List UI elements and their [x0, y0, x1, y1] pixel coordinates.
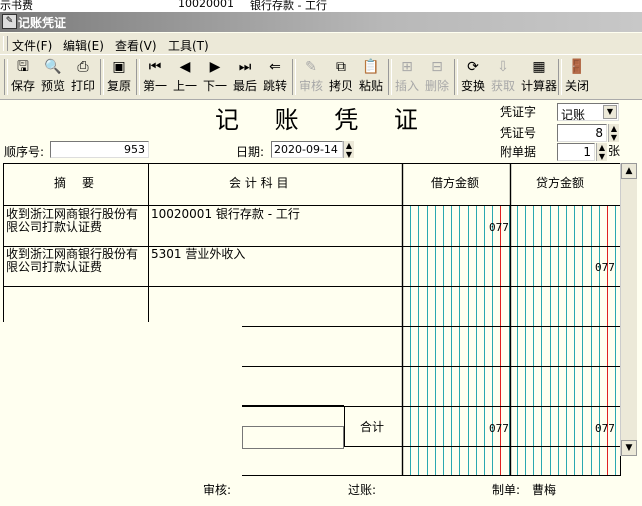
attachment-spinner[interactable]: ▲ ▼	[596, 143, 607, 161]
audit-icon: ✎	[305, 59, 317, 75]
close-door-icon: 🚪	[568, 59, 586, 75]
total-input-box	[242, 426, 344, 449]
delete-button[interactable]: ⊟ 删除	[422, 57, 452, 97]
total-debit: 077	[489, 422, 509, 435]
header-credit: 贷方金额	[536, 176, 585, 190]
menu-bar: 文件(F) 编辑(E) 查看(V) 工具(T)	[0, 33, 642, 55]
scroll-down-icon[interactable]: ▼	[621, 440, 637, 456]
next-icon: ▶	[209, 59, 221, 75]
fetch-button[interactable]: ⇩ 获取	[488, 57, 518, 97]
attachment-label: 附单据	[500, 145, 537, 159]
window-title-bar[interactable]: ✎ 记账凭证	[0, 12, 642, 32]
delete-icon: ⊟	[431, 59, 443, 75]
print-icon: ⎙	[77, 59, 89, 75]
calculator-icon: ▦	[532, 59, 546, 75]
paste-icon: 📋	[362, 59, 380, 75]
date-spinner[interactable]: ▲ ▼	[343, 141, 354, 159]
voucher-word-select[interactable]: 记账 ▼	[557, 103, 619, 122]
header-debit: 借方金额	[431, 176, 480, 190]
sequence-label: 顺序号:	[4, 145, 45, 159]
prev-icon: ◀	[179, 59, 191, 75]
voucher-word-label: 凭证字	[500, 105, 537, 119]
total-credit: 077	[595, 422, 615, 435]
voucher-number-field[interactable]: 8	[557, 124, 607, 142]
insert-icon: ⊞	[401, 59, 413, 75]
vertical-scrollbar[interactable]: ▲ ▼	[620, 163, 637, 456]
scroll-up-icon[interactable]: ▲	[621, 163, 637, 179]
voucher-number-label: 凭证号	[500, 126, 537, 140]
post-label: 过账:	[348, 483, 377, 497]
toolbar: 🖫 保存 🔍 预览 ⎙ 打印 ▣ 复原 ⏮ 第一 ◀ 上一 ▶ 下一 ⏭ 最后 ⇐ 跳转 ✎ 审核 …	[0, 55, 642, 100]
paste-button[interactable]: 📋 粘贴	[356, 57, 386, 97]
voucher-number-spinner[interactable]: ▲ ▼	[608, 124, 619, 142]
menu-tools[interactable]: 工具(T)	[168, 37, 209, 54]
copy-icon: ⧉	[336, 59, 346, 75]
row2-credit[interactable]: 077	[595, 261, 615, 274]
close-button[interactable]: 🚪 关闭	[562, 57, 592, 97]
sequence-number-field[interactable]: 953	[50, 141, 149, 158]
date-label: 日期:	[236, 145, 265, 159]
header-summary: 摘 要	[54, 176, 97, 190]
fetch-icon: ⇩	[497, 59, 509, 75]
app-icon: ✎	[2, 14, 17, 29]
row2-account[interactable]: 5301 营业外收入	[151, 248, 245, 261]
total-left-box	[242, 405, 344, 450]
date-field[interactable]: 2020-09-14	[271, 141, 343, 158]
maker-value: 曹梅	[532, 483, 557, 497]
row1-account[interactable]: 10020001 银行存款 - 工行	[151, 208, 300, 221]
chevron-down-icon[interactable]: ▼	[603, 105, 617, 119]
repaint-patch	[2, 322, 242, 476]
voucher-word-value: 记账	[561, 108, 586, 122]
attachment-unit: 张	[608, 144, 621, 158]
window-title: 记账凭证	[18, 16, 67, 30]
total-label: 合计	[360, 420, 385, 434]
bg-cell-2: 10020001	[178, 0, 234, 10]
voucher-title: 记 账 凭 证	[215, 106, 432, 134]
first-icon: ⏮	[148, 59, 162, 75]
menu-grip	[3, 36, 8, 51]
preview-icon: 🔍	[44, 59, 62, 75]
audit-label: 审核:	[203, 483, 232, 497]
save-icon: 🖫	[17, 59, 29, 75]
maker-label: 制单:	[492, 483, 521, 497]
row1-debit[interactable]: 077	[489, 221, 509, 234]
menu-file[interactable]: 文件(F)	[12, 37, 52, 54]
last-icon: ⏭	[238, 59, 252, 75]
print-button[interactable]: ⎙ 打印	[68, 57, 98, 97]
row1-summary[interactable]: 收到浙江网商银行股份有限公司打款认证费	[6, 208, 146, 234]
goto-button[interactable]: ⇐ 跳转	[260, 57, 290, 97]
menu-view[interactable]: 查看(V)	[115, 37, 157, 54]
attachment-count-field[interactable]: 1	[557, 143, 595, 161]
calculator-button[interactable]: ▦ 计算器	[521, 57, 557, 97]
goto-icon: ⇐	[269, 59, 281, 75]
header-account: 会 计 科 目	[229, 176, 289, 190]
menu-edit[interactable]: 编辑(E)	[63, 37, 104, 54]
row2-summary[interactable]: 收到浙江网商银行股份有限公司打款认证费	[6, 248, 146, 274]
transform-icon: ⟳	[467, 59, 479, 75]
restore-icon: ▣	[112, 59, 126, 75]
restore-button[interactable]: ▣ 复原	[104, 57, 134, 97]
